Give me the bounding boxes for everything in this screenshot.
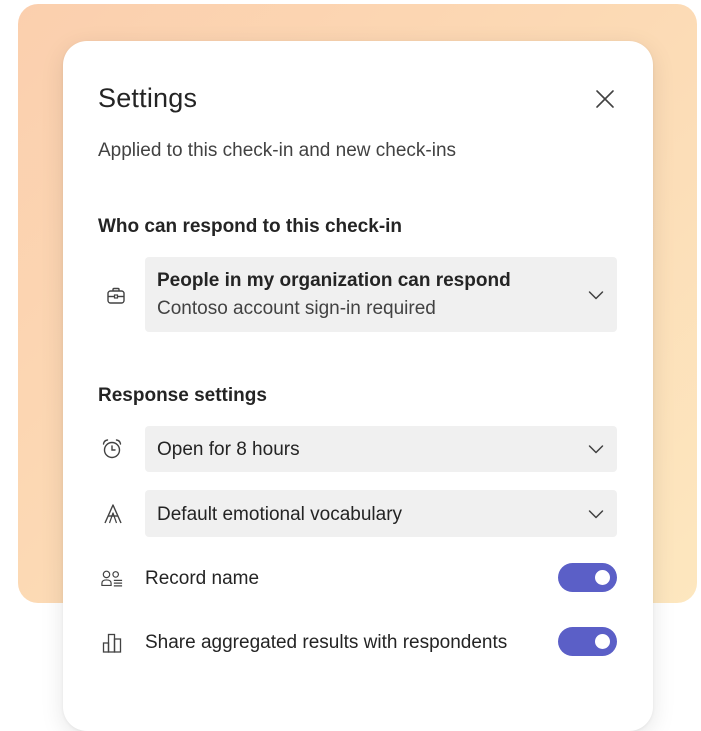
share-results-label: Share aggregated results with respondent… [145,632,508,653]
text-font-icon [102,503,124,525]
vocabulary-select[interactable]: Default emotional vocabulary [145,490,617,537]
briefcase-icon [105,285,127,307]
audience-select[interactable]: People in my organization can respond Co… [145,257,617,332]
vocabulary-value: Default emotional vocabulary [157,504,403,525]
record-name-toggle[interactable] [558,563,617,592]
dialog-subtitle: Applied to this check-in and new check-i… [98,140,457,161]
dialog-title: Settings [98,83,198,113]
chevron-down-icon [587,505,605,523]
duration-value: Open for 8 hours [157,439,300,460]
close-icon [596,90,614,108]
settings-dialog: Settings Applied to this check-in and ne… [63,41,653,731]
duration-select[interactable]: Open for 8 hours [145,426,617,472]
close-button[interactable] [593,87,617,111]
toggle-knob [595,570,610,585]
audience-primary-text: People in my organization can respond [157,270,511,291]
chevron-down-icon [587,440,605,458]
share-results-toggle[interactable] [558,627,617,656]
toggle-knob [595,634,610,649]
record-name-label: Record name [145,568,260,589]
alarm-clock-icon [101,438,123,460]
who-can-respond-heading: Who can respond to this check-in [98,216,403,237]
response-settings-heading: Response settings [98,385,267,406]
people-list-icon [101,568,123,590]
audience-secondary-text: Contoso account sign-in required [157,298,436,319]
bar-chart-icon [102,632,124,654]
chevron-down-icon [587,286,605,304]
